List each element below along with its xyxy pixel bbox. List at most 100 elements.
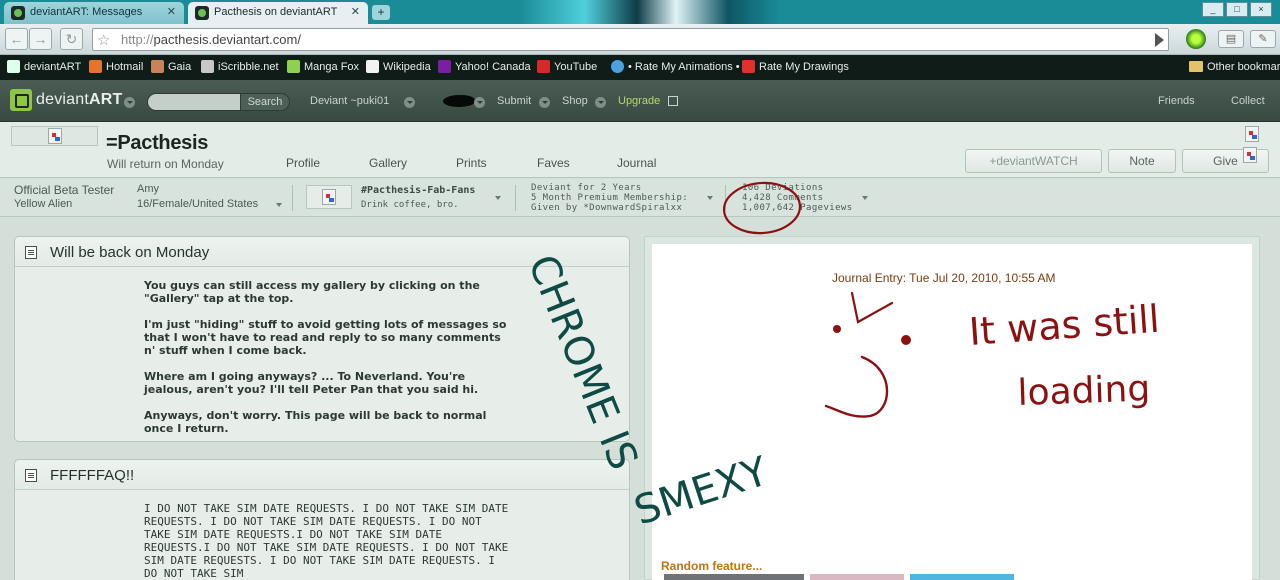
close-window-button[interactable]: × (1250, 2, 1272, 17)
hotmail-icon (89, 60, 102, 73)
profile-info-bar: Official Beta Tester Yellow Alien Amy 16… (0, 179, 1280, 217)
group-avatar[interactable] (306, 185, 352, 209)
broken-image-icon (1245, 126, 1259, 142)
theme-artwork (520, 0, 780, 24)
forward-button[interactable]: → (29, 28, 52, 50)
iscribble-icon (201, 60, 214, 73)
deviantwatch-button[interactable]: +deviantWATCH (965, 149, 1102, 173)
deviantart-icon (7, 60, 20, 73)
group-name[interactable]: #Pacthesis-Fab-Fans (361, 185, 475, 196)
youtube-icon (537, 60, 550, 73)
chevron-down-icon[interactable] (124, 97, 135, 108)
bookmark-yahoo[interactable]: Yahoo! Canada (438, 60, 531, 73)
shop-menu[interactable]: Shop (562, 95, 588, 107)
search-button[interactable]: Search (240, 93, 290, 111)
gaia-icon (151, 60, 164, 73)
maximize-button[interactable]: □ (1226, 2, 1248, 17)
friends-link[interactable]: Friends (1158, 95, 1195, 107)
rate-animations-icon (611, 60, 624, 73)
feature-thumbnail[interactable] (810, 574, 904, 580)
chevron-down-icon[interactable] (539, 97, 550, 108)
tab-journal[interactable]: Journal (617, 156, 656, 170)
bookmark-hotmail[interactable]: Hotmail (89, 60, 143, 73)
bookmark-wikipedia[interactable]: Wikipedia (366, 60, 431, 73)
submit-menu[interactable]: Submit (497, 95, 531, 107)
bookmark-youtube[interactable]: YouTube (537, 60, 597, 73)
journal-paragraph: You guys can still access my gallery by … (144, 279, 480, 305)
random-feature-heading: Random feature... (661, 559, 763, 573)
browser-toolbar: ← → ↻ ☆ http://pacthesis.deviantart.com/… (0, 24, 1280, 55)
upgrade-checkbox[interactable] (668, 96, 678, 106)
go-arrow-icon[interactable] (1155, 33, 1164, 47)
broken-image-icon (48, 128, 62, 144)
bookmark-star-icon[interactable]: ☆ (97, 31, 110, 49)
deviantart-wordmark[interactable]: deviantART (36, 91, 122, 109)
new-tab-button[interactable]: + (372, 5, 390, 20)
tab-faves[interactable]: Faves (537, 156, 570, 170)
chevron-down-icon[interactable] (707, 196, 713, 200)
user-name: Amy (137, 183, 159, 195)
page-title: =Pacthesis (106, 132, 209, 154)
deviant-menu[interactable]: Deviant ~puki01 (310, 95, 389, 107)
journal-panel: Will be back on Monday You guys can stil… (14, 236, 630, 442)
tab-profile[interactable]: Profile (286, 156, 320, 170)
tools-menu-icon[interactable]: ✎ (1250, 30, 1276, 48)
bookmark-mangafox[interactable]: Manga Fox (287, 60, 359, 73)
faq-title[interactable]: FFFFFFAQ!! (50, 467, 134, 484)
extension-icon[interactable] (1186, 29, 1206, 49)
bookmark-rate-animations[interactable]: • Rate My Animations • (611, 60, 740, 73)
chevron-down-icon[interactable] (404, 97, 415, 108)
feature-thumbnail[interactable] (910, 574, 1014, 580)
page-menu-icon[interactable]: ▤ (1218, 30, 1244, 48)
bookmark-gaia[interactable]: Gaia (151, 60, 191, 73)
other-bookmarks[interactable]: Other bookmarks (1189, 61, 1280, 73)
close-tab-icon[interactable]: ✕ (351, 5, 360, 18)
divider (725, 185, 726, 211)
collect-link[interactable]: Collect (1231, 95, 1265, 107)
user-demographics: 16/Female/United States (137, 198, 259, 210)
close-tab-icon[interactable]: ✕ (167, 5, 176, 18)
yahoo-icon (438, 60, 451, 73)
tab-gallery[interactable]: Gallery (369, 156, 407, 170)
upgrade-link[interactable]: Upgrade (618, 95, 660, 107)
back-button[interactable]: ← (5, 28, 28, 50)
redacted-scribble (442, 93, 476, 109)
user-title-line1: Official Beta Tester (14, 183, 115, 197)
faq-paragraph: I DO NOT TAKE SIM DATE REQUESTS. I DO NO… (144, 502, 509, 580)
feature-thumbnail[interactable] (664, 574, 804, 580)
chevron-down-icon[interactable] (862, 196, 868, 200)
tab-title: Pacthesis on deviantART (214, 6, 338, 18)
stat-pageviews: 1,007,642 Pageviews (742, 203, 853, 213)
membership-line2: 5 Month Premium Membership: (531, 193, 689, 203)
address-bar[interactable]: ☆ http://pacthesis.deviantart.com/ (92, 28, 1169, 51)
user-title-line2: Yellow Alien (14, 198, 73, 210)
chevron-down-icon[interactable] (474, 97, 485, 108)
profile-header: =Pacthesis Will return on Monday Profile… (0, 122, 1280, 178)
bookmarks-bar: deviantART Hotmail Gaia iScribble.net Ma… (0, 55, 1280, 80)
bookmark-deviantart[interactable]: deviantART (7, 60, 81, 73)
bookmark-iscribble[interactable]: iScribble.net (201, 60, 279, 73)
chevron-down-icon[interactable] (595, 97, 606, 108)
tab-prints[interactable]: Prints (456, 156, 487, 170)
journal-entry-date[interactable]: Journal Entry: Tue Jul 20, 2010, 10:55 A… (832, 271, 1055, 285)
deviantart-logo-icon[interactable] (10, 89, 32, 111)
minimize-button[interactable]: _ (1202, 2, 1224, 17)
bookmark-rate-drawings[interactable]: Rate My Drawings (742, 60, 849, 73)
broken-image-icon (1243, 147, 1257, 163)
avatar[interactable] (11, 126, 98, 146)
tab-messages[interactable]: deviantART: Messages ✕ (4, 2, 184, 24)
divider (292, 185, 293, 211)
tab-title: deviantART: Messages (30, 6, 143, 18)
note-button[interactable]: Note (1108, 149, 1176, 173)
reload-button[interactable]: ↻ (60, 28, 83, 50)
chevron-down-icon[interactable] (276, 203, 282, 207)
journal-paragraph: Where am I going anyways? ... To Neverla… (144, 370, 479, 396)
loading-content-area (652, 244, 1252, 580)
journal-body: You guys can still access my gallery by … (15, 267, 515, 435)
chevron-down-icon[interactable] (495, 196, 501, 200)
stat-comments: 4,428 Comments (742, 193, 824, 203)
journal-icon (25, 469, 37, 482)
journal-paragraph: Anyways, don't worry. This page will be … (144, 409, 487, 435)
journal-title[interactable]: Will be back on Monday (50, 244, 209, 261)
tab-pacthesis[interactable]: Pacthesis on deviantART ✕ (188, 2, 368, 24)
